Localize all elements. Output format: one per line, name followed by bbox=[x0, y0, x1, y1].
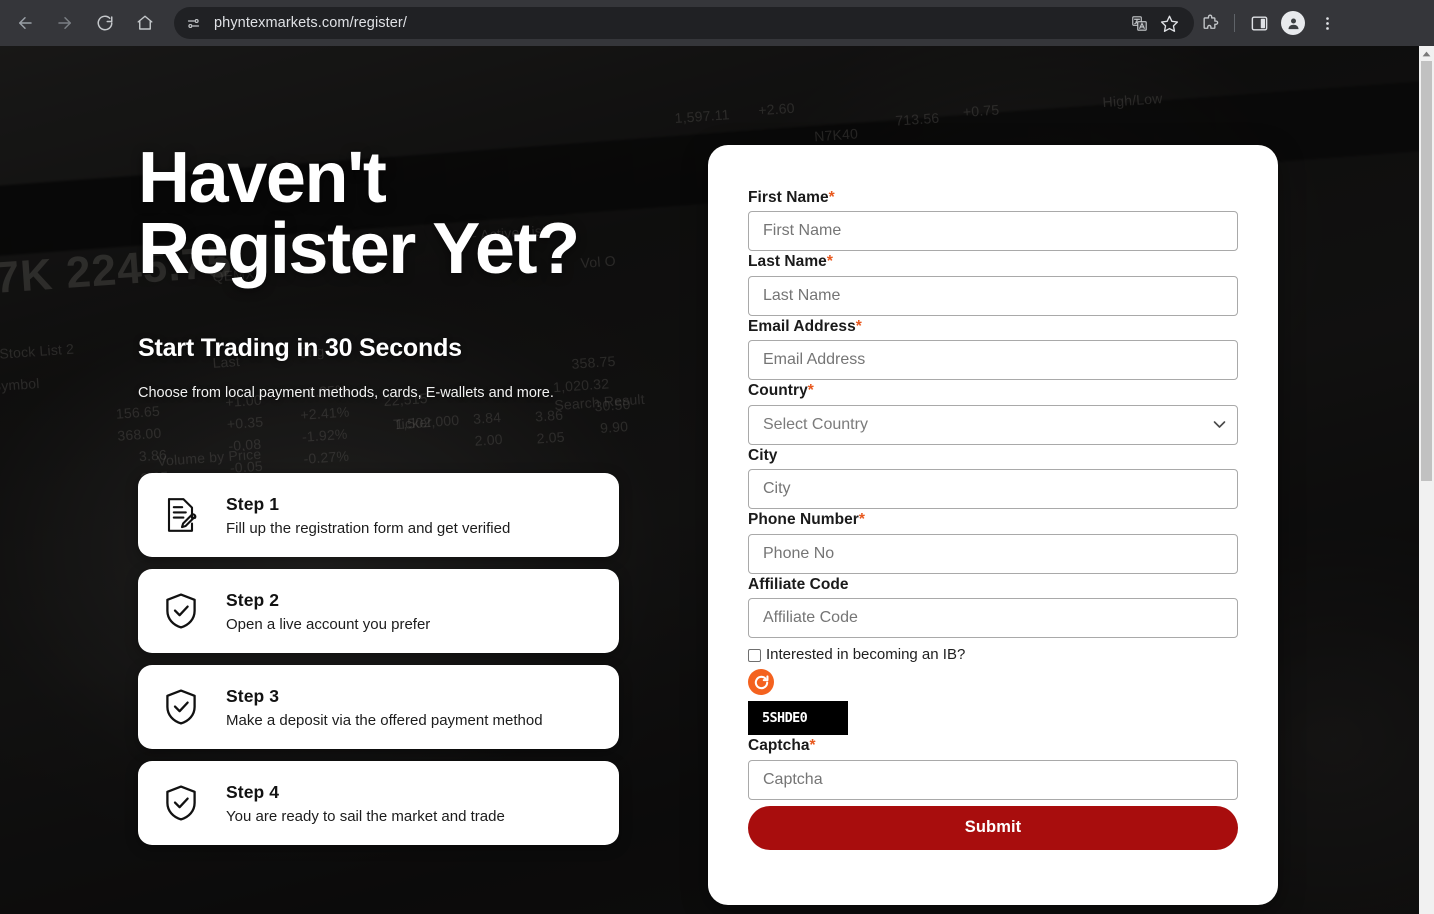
captcha-image: 5SHDE0 bbox=[748, 701, 848, 736]
city-label: City bbox=[748, 445, 1238, 467]
country-select-wrapper[interactable]: Select Country bbox=[748, 404, 1238, 445]
step-title: Step 1 bbox=[226, 493, 280, 514]
captcha-image-text: 5SHDE0 bbox=[762, 710, 808, 727]
last-name-label: Last Name* bbox=[748, 251, 1238, 273]
forward-button[interactable] bbox=[48, 6, 82, 40]
ib-checkbox-label: Interested in becoming an IB? bbox=[766, 646, 966, 664]
city-input[interactable] bbox=[748, 469, 1238, 510]
toolbar-right-actions bbox=[1194, 7, 1351, 39]
site-settings-icon[interactable] bbox=[180, 10, 206, 36]
field-phone: Phone Number* bbox=[748, 509, 1238, 574]
step-card-2: Step 2 Open a live account you prefer bbox=[138, 569, 619, 653]
field-country: Country* Select Country bbox=[748, 380, 1238, 445]
step-card-4: Step 4 You are ready to sail the market … bbox=[138, 761, 619, 845]
three-dot-menu-icon[interactable] bbox=[1311, 7, 1343, 39]
affiliate-code-input[interactable] bbox=[748, 598, 1238, 639]
page-scrollbar[interactable] bbox=[1419, 46, 1434, 914]
label-text: Email Address bbox=[748, 317, 856, 335]
label-text: Country bbox=[748, 382, 808, 400]
reload-button[interactable] bbox=[88, 6, 122, 40]
required-asterisk: * bbox=[828, 189, 835, 206]
hero-description: Choose from local payment methods, cards… bbox=[138, 384, 554, 401]
field-city: City bbox=[748, 445, 1238, 510]
step-title: Step 3 bbox=[226, 685, 280, 706]
last-name-input[interactable] bbox=[748, 275, 1238, 316]
phone-label: Phone Number* bbox=[748, 509, 1238, 531]
shield-check-icon bbox=[160, 686, 202, 728]
captcha-label: Captcha* bbox=[748, 735, 1238, 757]
step-description: Open a live account you prefer bbox=[226, 615, 431, 633]
label-text: First Name bbox=[748, 189, 829, 206]
star-icon[interactable] bbox=[1156, 10, 1182, 36]
back-button[interactable] bbox=[8, 6, 42, 40]
required-asterisk: * bbox=[809, 737, 816, 755]
step-description: Make a deposit via the offered payment m… bbox=[226, 711, 543, 729]
required-asterisk: * bbox=[826, 253, 833, 271]
step-title: Step 2 bbox=[226, 589, 280, 610]
registration-form-card: First Name* Last Name* Email Address* Co… bbox=[708, 145, 1278, 905]
first-name-input[interactable] bbox=[748, 211, 1238, 252]
hero-subtitle: Start Trading in 30 Seconds bbox=[138, 333, 462, 362]
page-title: Haven't Register Yet? bbox=[138, 138, 638, 290]
field-affiliate-code: Affiliate Code bbox=[748, 574, 1238, 639]
ib-checkbox[interactable] bbox=[748, 649, 761, 663]
label-text: Affiliate Code bbox=[748, 575, 849, 593]
document-edit-icon bbox=[160, 494, 202, 536]
page-viewport: N7K 2245.75 Stock List 2 Symbol Last Chg… bbox=[0, 46, 1434, 914]
required-asterisk: * bbox=[807, 382, 814, 400]
scroll-up-arrow-icon[interactable] bbox=[1419, 46, 1434, 61]
field-captcha: Captcha* bbox=[748, 735, 1238, 800]
step-description: Fill up the registration form and get ve… bbox=[226, 519, 511, 537]
label-text: Phone Number bbox=[748, 511, 859, 529]
submit-button[interactable]: Submit bbox=[748, 805, 1238, 850]
browser-toolbar: phyntexmarkets.com/register/ bbox=[0, 0, 1434, 46]
hero-section: Haven't Register Yet? Start Trading in 3… bbox=[138, 138, 638, 401]
avatar bbox=[1281, 11, 1305, 35]
label-text: Last Name bbox=[748, 253, 827, 271]
affiliate-code-label: Affiliate Code bbox=[748, 574, 1238, 596]
step-description: You are ready to sail the market and tra… bbox=[226, 807, 505, 825]
label-text: Captcha bbox=[748, 737, 810, 755]
email-input[interactable] bbox=[748, 340, 1238, 381]
shield-check-icon bbox=[160, 590, 202, 632]
scrollbar-thumb[interactable] bbox=[1421, 61, 1432, 481]
required-asterisk: * bbox=[855, 317, 862, 335]
hero-title-line-1: Haven't bbox=[138, 138, 387, 218]
steps-list: Step 1 Fill up the registration form and… bbox=[138, 473, 619, 845]
step-card-3: Step 3 Make a deposit via the offered pa… bbox=[138, 665, 619, 749]
captcha-input[interactable] bbox=[748, 759, 1238, 800]
translate-icon[interactable] bbox=[1126, 10, 1152, 36]
field-last-name: Last Name* bbox=[748, 251, 1238, 316]
ib-checkbox-row[interactable]: Interested in becoming an IB? bbox=[748, 646, 1238, 663]
country-label: Country* bbox=[748, 380, 1238, 402]
toolbar-divider bbox=[1234, 14, 1235, 32]
refresh-icon[interactable] bbox=[748, 669, 774, 696]
side-panel-icon[interactable] bbox=[1243, 7, 1275, 39]
field-first-name: First Name* bbox=[748, 187, 1238, 252]
home-button[interactable] bbox=[128, 6, 162, 40]
first-name-label: First Name* bbox=[748, 187, 1238, 209]
url-text: phyntexmarkets.com/register/ bbox=[214, 15, 407, 31]
step-card-1: Step 1 Fill up the registration form and… bbox=[138, 473, 619, 557]
country-select[interactable]: Select Country bbox=[748, 404, 1238, 445]
label-text: City bbox=[748, 446, 778, 464]
required-asterisk: * bbox=[858, 511, 865, 529]
step-title: Step 4 bbox=[226, 781, 280, 802]
profile-avatar[interactable] bbox=[1277, 7, 1309, 39]
hero-title-line-2: Register Yet? bbox=[138, 209, 580, 290]
puzzle-icon[interactable] bbox=[1194, 7, 1226, 39]
address-bar[interactable]: phyntexmarkets.com/register/ bbox=[174, 7, 1194, 39]
shield-check-icon bbox=[160, 782, 202, 824]
field-email: Email Address* bbox=[748, 316, 1238, 381]
email-label: Email Address* bbox=[748, 316, 1238, 338]
phone-input[interactable] bbox=[748, 533, 1238, 574]
